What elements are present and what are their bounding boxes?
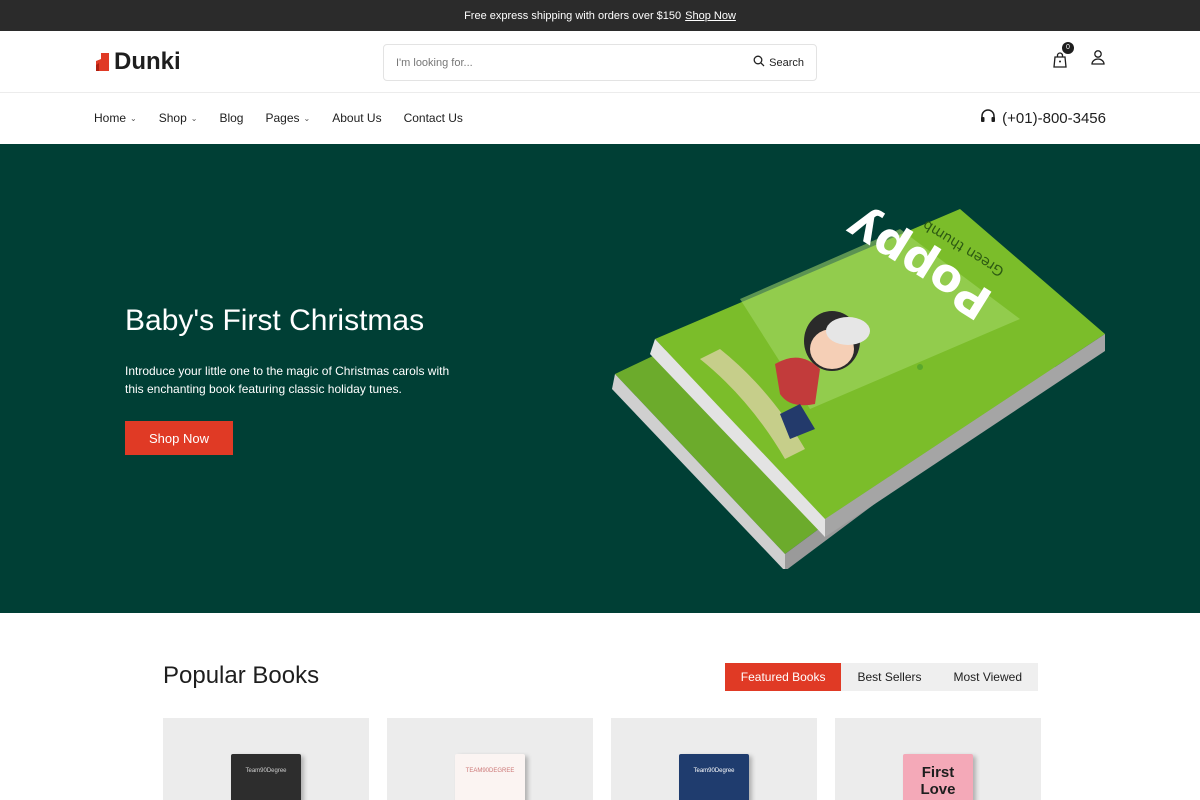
hero-title: Baby's First Christmas	[125, 304, 425, 337]
book-cover-text: First Love	[920, 764, 956, 798]
account-button[interactable]	[1090, 49, 1106, 70]
nav-item-home[interactable]: Home ⌄	[94, 111, 137, 125]
product-card[interactable]: Team90Degree	[611, 718, 817, 800]
book-cover-text: TEAM90DEGREE	[465, 768, 515, 774]
nav-item-contact[interactable]: Contact Us	[404, 111, 463, 125]
book-cover-image: TEAM90DEGREE	[455, 754, 525, 800]
hero-banner: Baby's First Christmas Introduce your li…	[0, 144, 1200, 613]
cart-count-badge: 0	[1062, 41, 1074, 54]
product-card[interactable]: Team90Degree	[163, 718, 369, 800]
search-button-label: Search	[769, 56, 804, 69]
nav-item-label: Shop	[158, 111, 187, 125]
nav-item-label: Contact Us	[403, 111, 463, 125]
headset-icon	[980, 108, 996, 128]
search-icon	[753, 55, 765, 70]
tab-best-sellers[interactable]: Best Sellers	[841, 663, 937, 691]
nav-item-label: About Us	[332, 111, 382, 125]
nav-item-pages[interactable]: Pages ⌄	[265, 111, 310, 125]
book-cover-image: First Love	[903, 754, 973, 800]
header: Dunki Search 0	[0, 31, 1200, 93]
book-cover-text: Team90Degree	[245, 768, 287, 774]
logo[interactable]: Dunki	[94, 48, 181, 76]
header-icons: 0	[1052, 41, 1106, 70]
phone-number: (+01)-800-3456	[1002, 109, 1106, 127]
phone-contact[interactable]: (+01)-800-3456	[980, 108, 1106, 128]
book-cover-image: Team90Degree	[231, 754, 301, 800]
search-bar: Search	[383, 44, 817, 81]
nav-item-blog[interactable]: Blog	[219, 111, 243, 125]
cart-icon	[1052, 51, 1068, 73]
nav-item-shop[interactable]: Shop ⌄	[159, 111, 198, 125]
cart-button[interactable]: 0	[1052, 41, 1074, 69]
nav-item-label: Pages	[265, 111, 300, 125]
search-button[interactable]: Search	[753, 55, 804, 70]
tab-most-viewed[interactable]: Most Viewed	[938, 663, 1038, 691]
chevron-down-icon: ⌄	[190, 113, 198, 123]
tab-featured-books[interactable]: Featured Books	[724, 663, 842, 691]
nav-item-label: Blog	[219, 111, 244, 125]
announcement-bar: Free express shipping with orders over $…	[0, 0, 1200, 31]
logo-icon	[94, 51, 112, 73]
announcement-shop-link[interactable]: Shop Now	[685, 10, 736, 22]
announcement-text: Free express shipping with orders over $…	[464, 9, 682, 22]
book-cover-text: Team90Degree	[693, 768, 735, 774]
hero-shop-now-button[interactable]: Shop Now	[125, 421, 233, 455]
book-cover-image: Team90Degree	[679, 754, 749, 800]
product-card[interactable]: First Love	[835, 718, 1041, 800]
logo-text: Dunki	[114, 47, 181, 75]
hero-book-image: Poppy Green thumb	[600, 199, 1120, 571]
product-card[interactable]: TEAM90DEGREE	[387, 718, 593, 800]
product-tabs: Featured Books Best Sellers Most Viewed	[724, 663, 1038, 691]
hero-subtitle: Introduce your little one to the magic o…	[125, 364, 450, 396]
nav-item-label: Home	[94, 111, 127, 125]
product-grid: Team90Degree TEAM90DEGREE Team90Degree F…	[163, 718, 1041, 800]
section-title: Popular Books	[163, 662, 320, 689]
search-input[interactable]	[396, 56, 754, 69]
user-icon	[1090, 50, 1106, 69]
chevron-down-icon: ⌄	[130, 113, 137, 123]
nav-item-about[interactable]: About Us	[332, 111, 381, 125]
chevron-down-icon: ⌄	[303, 113, 311, 123]
main-nav: Home ⌄ Shop ⌄ Blog Pages ⌄ About Us Cont…	[0, 93, 1200, 143]
